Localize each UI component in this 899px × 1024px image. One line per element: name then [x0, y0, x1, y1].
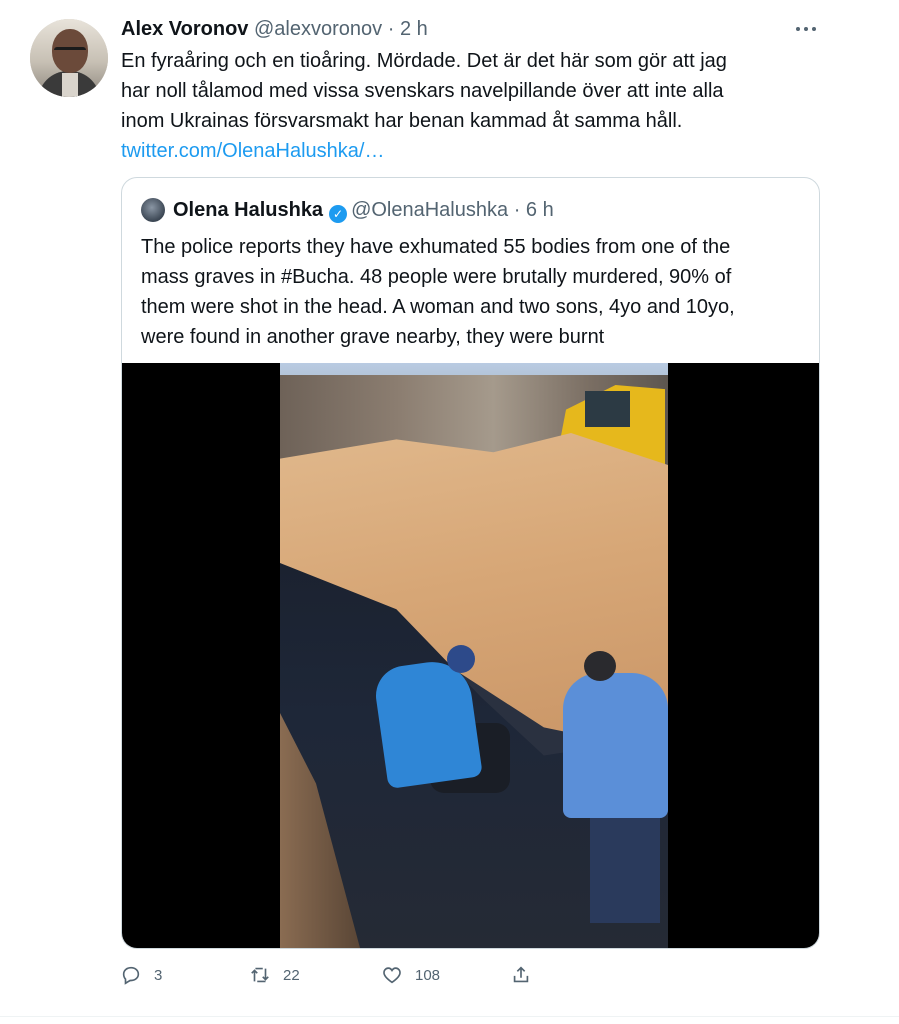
tweet-text-line: En fyraåring och en tioåring. Mördade. D…: [121, 50, 727, 72]
quoted-author-handle[interactable]: @OlenaHalushka: [351, 199, 508, 221]
divider: [0, 1016, 899, 1017]
author-name[interactable]: Alex Voronov: [121, 18, 248, 40]
share-button[interactable]: [510, 960, 532, 990]
video-player[interactable]: [122, 363, 819, 948]
tweet-actions: 3 22 108: [0, 960, 899, 990]
quoted-text-line: The police reports they have exhumated 5…: [141, 236, 731, 258]
tweet-text-line: inom Ukrainas försvarsmakt har benan kam…: [121, 110, 683, 132]
quoted-tweet-text: The police reports they have exhumated 5…: [141, 232, 801, 352]
reply-button[interactable]: 3: [120, 960, 162, 990]
retweet-icon: [251, 967, 269, 983]
author-handle[interactable]: @alexvoronov: [254, 18, 382, 40]
quoted-tweet[interactable]: Olena Halushka ✓ @OlenaHalushka · 6 h The …: [121, 177, 820, 949]
author-avatar[interactable]: [30, 19, 108, 97]
separator-dot: ·: [513, 199, 521, 221]
quoted-tweet-header: Olena Halushka ✓ @OlenaHalushka · 6 h: [173, 196, 554, 224]
retweet-button[interactable]: 22: [249, 960, 300, 990]
video-frame[interactable]: [280, 363, 668, 948]
share-icon: [513, 966, 529, 983]
like-count: 108: [415, 966, 441, 984]
quoted-tweet-time[interactable]: 6 h: [526, 199, 554, 221]
tweet[interactable]: Alex Voronov @alexvoronov · 2 h En fyraå…: [0, 0, 899, 1018]
quoted-author-name[interactable]: Olena Halushka: [173, 199, 323, 221]
tweet-text-line: har noll tålamod med vissa svenskars nav…: [121, 80, 724, 102]
retweet-count: 22: [283, 966, 300, 984]
tweet-text: En fyraåring och en tioåring. Mördade. D…: [121, 46, 801, 136]
verified-icon: ✓: [329, 205, 348, 223]
tweet-header: Alex Voronov @alexvoronov · 2 h: [121, 15, 428, 43]
separator-dot: ·: [387, 18, 395, 40]
tweet-time[interactable]: 2 h: [400, 18, 428, 40]
reply-count: 3: [154, 966, 163, 984]
tweet-link[interactable]: twitter.com/OlenaHalushka/…: [121, 136, 384, 166]
like-icon: [383, 967, 401, 984]
quoted-text-line: were found in another grave nearby, they…: [141, 326, 605, 348]
quoted-author-avatar[interactable]: [141, 198, 165, 222]
reply-icon: [122, 966, 140, 985]
like-button[interactable]: 108: [381, 960, 440, 990]
more-icon[interactable]: [796, 22, 824, 36]
quoted-text-line: them were shot in the head. A woman and …: [141, 296, 735, 318]
quoted-text-line: mass graves in #Bucha. 48 people were br…: [141, 266, 732, 288]
